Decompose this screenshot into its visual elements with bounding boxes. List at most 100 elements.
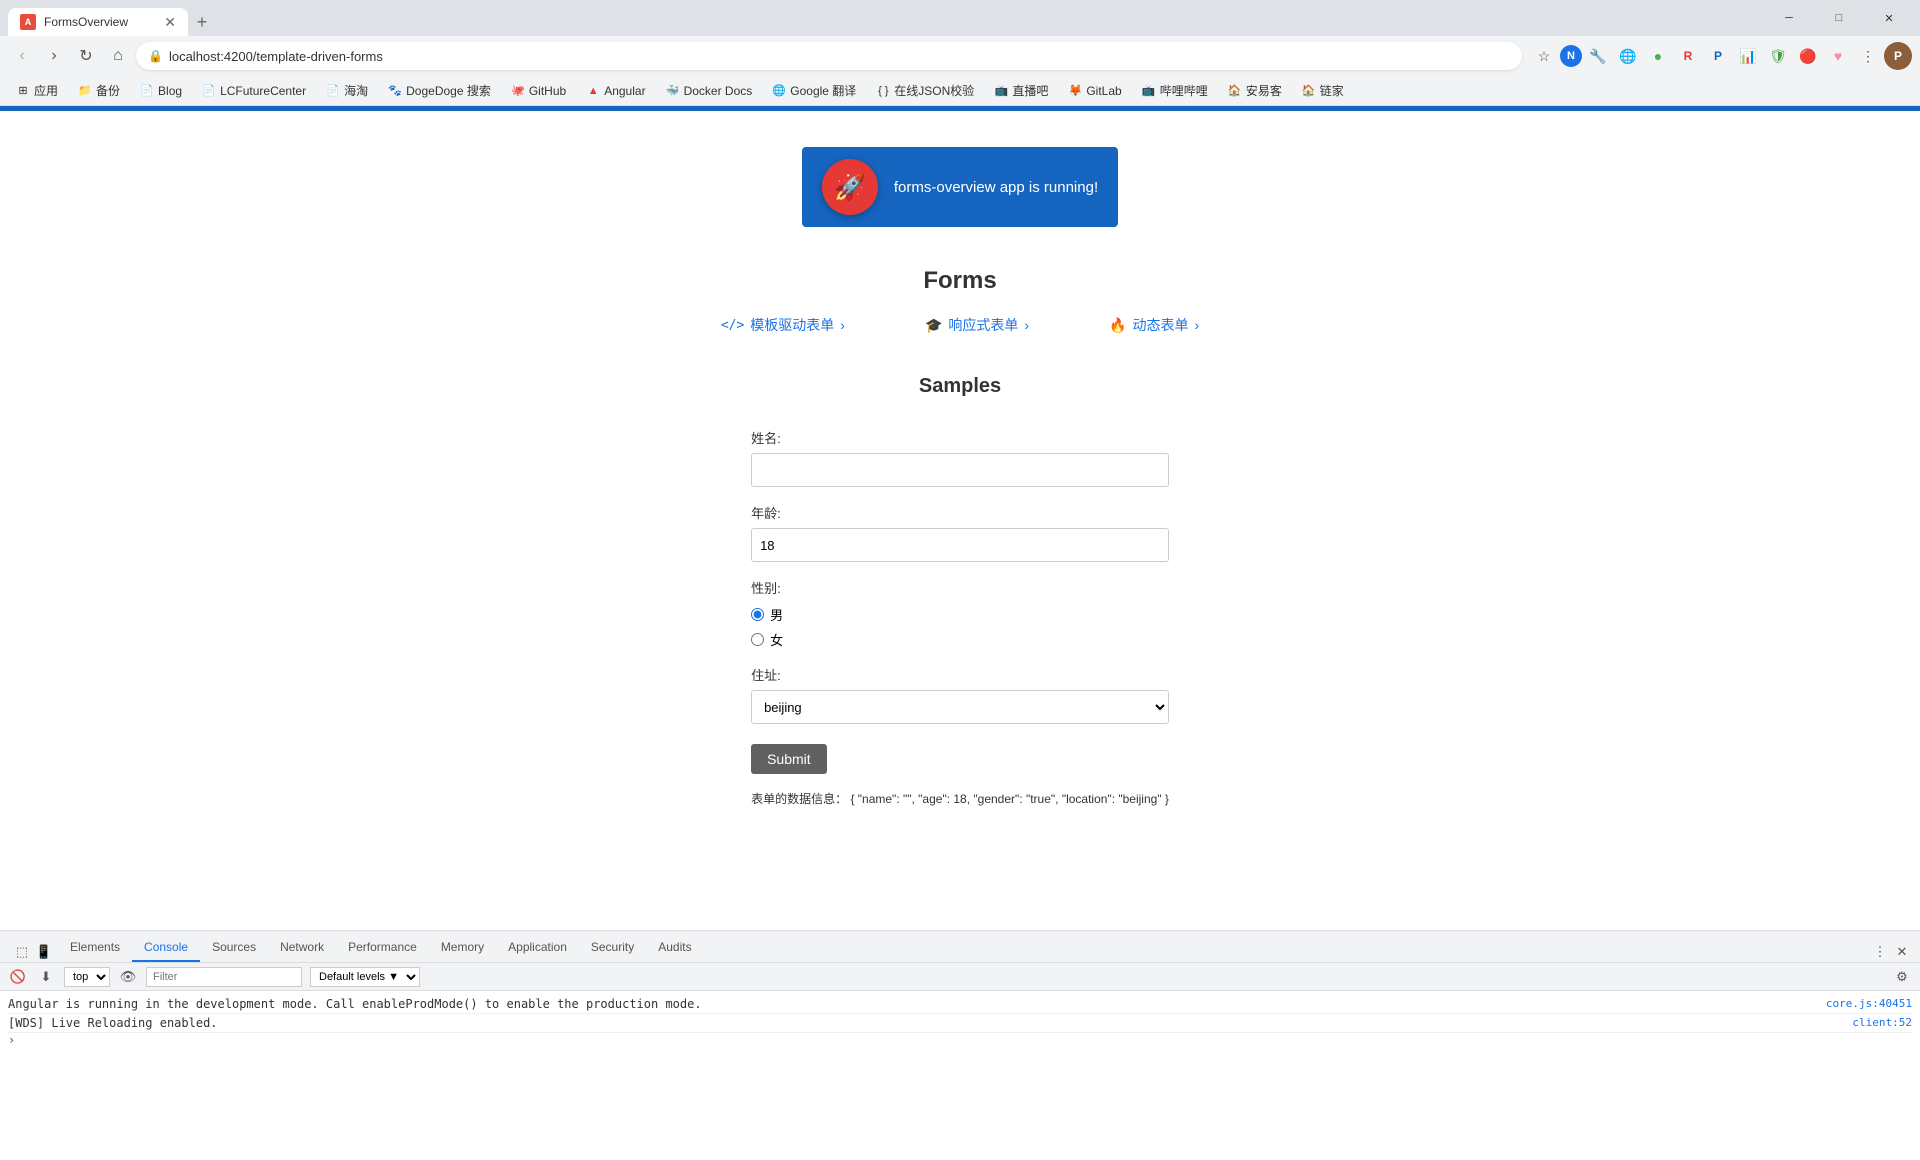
doge-icon: 🐾 (388, 84, 402, 98)
bookmark-haitao[interactable]: 📄 海淘 (318, 79, 376, 102)
gender-male-radio[interactable] (751, 608, 764, 621)
reactive-forms-link[interactable]: 🎓 响应式表单 › (925, 315, 1029, 335)
console-filter-input[interactable] (146, 967, 302, 987)
bookmark-haitao-label: 海淘 (344, 82, 368, 99)
tab-strip: A FormsOverview ✕ + (8, 0, 216, 36)
name-input[interactable] (751, 453, 1169, 487)
bookmark-bilibili[interactable]: 📺 哔哩哔哩 (1134, 79, 1216, 102)
form-data-label: 表单的数据信息： (751, 792, 847, 806)
console-message-1: Angular is running in the development mo… (8, 995, 1912, 1014)
tab-close-button[interactable]: ✕ (164, 14, 176, 31)
extension-icon-2[interactable]: 🔧 (1584, 42, 1612, 70)
console-settings-icon[interactable]: ⚙ (1892, 967, 1912, 987)
bookmark-lcfuturecenter[interactable]: 📄 LCFutureCenter (194, 81, 314, 101)
devtools-close-icon[interactable]: ✕ (1892, 942, 1912, 962)
close-button[interactable]: ✕ (1866, 4, 1912, 32)
bookmark-gitlab[interactable]: 🦊 GitLab (1060, 81, 1129, 101)
bookmark-github[interactable]: 🐙 GitHub (503, 81, 574, 101)
bookmark-zhibo[interactable]: 📺 直播吧 (986, 79, 1056, 102)
devtools-tab-application[interactable]: Application (496, 934, 579, 962)
devtools-tab-console[interactable]: Console (132, 934, 200, 962)
age-input[interactable] (751, 528, 1169, 562)
bookmark-json[interactable]: { } 在线JSON校验 (868, 79, 982, 102)
devtools-tab-sources[interactable]: Sources (200, 934, 268, 962)
restore-button[interactable]: □ (1816, 4, 1862, 32)
gender-field-group: 性别: 男 女 (751, 578, 1169, 649)
gender-label: 性别: (751, 578, 1169, 597)
url-text: localhost:4200/template-driven-forms (169, 49, 383, 64)
bookmarks-bar: ⊞ 应用 📁 备份 📄 Blog 📄 LCFutureCenter 📄 海淘 🐾… (0, 76, 1920, 106)
back-button[interactable]: ‹ (8, 42, 36, 70)
github-icon: 🐙 (511, 84, 525, 98)
cursor-icon: › (8, 1033, 15, 1047)
extension-icon-10[interactable]: ♥ (1824, 42, 1852, 70)
home-button[interactable]: ⌂ (104, 42, 132, 70)
extension-icon-8[interactable]: 🛡 (1764, 42, 1792, 70)
extension-icon-1[interactable]: N (1560, 45, 1582, 67)
app-content: 🚀 forms-overview app is running! Forms <… (0, 111, 1920, 930)
title-bar: A FormsOverview ✕ + ─ □ ✕ (0, 0, 1920, 36)
devtools-device-icon[interactable]: 📱 (34, 942, 54, 962)
bookmark-angular[interactable]: ▲ Angular (578, 81, 653, 101)
extension-icon-6[interactable]: P (1704, 42, 1732, 70)
address-select[interactable]: beijing shanghai guangzhou shenzhen (751, 690, 1169, 724)
gender-female-radio[interactable] (751, 633, 764, 646)
eye-icon[interactable]: 👁 (118, 967, 138, 987)
age-label: 年龄: (751, 503, 1169, 522)
gender-male-option[interactable]: 男 (751, 605, 1169, 624)
bookmark-apps[interactable]: ⊞ 应用 (8, 79, 66, 102)
extension-icon-4[interactable]: ● (1644, 42, 1672, 70)
bookmark-anyike-label: 安易客 (1246, 82, 1282, 99)
bookmark-doge[interactable]: 🐾 DogeDoge 搜索 (380, 79, 499, 102)
extension-icon-5[interactable]: R (1674, 42, 1702, 70)
extension-icon-3[interactable]: 🌐 (1614, 42, 1642, 70)
devtools-tab-performance[interactable]: Performance (336, 934, 429, 962)
rocket-circle: 🚀 (822, 159, 878, 215)
profile-button[interactable]: P (1884, 42, 1912, 70)
page-icon: 📄 (140, 84, 154, 98)
level-select[interactable]: Default levels ▼ (310, 967, 420, 987)
extension-icon-9[interactable]: 🔴 (1794, 42, 1822, 70)
devtools-tab-audits[interactable]: Audits (646, 934, 703, 962)
bookmark-translate[interactable]: 🌐 Google 翻译 (764, 79, 864, 102)
template-label: 模板驱动表单 (750, 315, 834, 335)
bookmark-docker[interactable]: 🐳 Docker Docs (658, 81, 761, 101)
reload-button[interactable]: ↻ (72, 42, 100, 70)
clear-console-icon[interactable]: 🚫 (8, 967, 28, 987)
console-msg-1-link[interactable]: core.js:40451 (1826, 997, 1912, 1011)
context-select[interactable]: top (64, 967, 110, 987)
browser-content: 🚀 forms-overview app is running! Forms <… (0, 106, 1920, 1160)
active-tab[interactable]: A FormsOverview ✕ (8, 8, 188, 36)
filter-icon[interactable]: ⬇ (36, 967, 56, 987)
bookmarks-star-icon[interactable]: ☆ (1530, 42, 1558, 70)
devtools-tab-network[interactable]: Network (268, 934, 336, 962)
template-driven-link[interactable]: </> 模板驱动表单 › (721, 315, 845, 335)
bookmark-blog[interactable]: 📄 Blog (132, 81, 190, 101)
bookmark-backup[interactable]: 📁 备份 (70, 79, 128, 102)
gender-female-option[interactable]: 女 (751, 630, 1169, 649)
minimize-button[interactable]: ─ (1766, 4, 1812, 32)
bookmark-anyike[interactable]: 🏠 安易客 (1220, 79, 1290, 102)
devtools-toolbar: 🚫 ⬇ top 👁 Default levels ▼ ⚙ (0, 963, 1920, 991)
anyike-icon: 🏠 (1228, 84, 1242, 98)
url-bar[interactable]: 🔒 localhost:4200/template-driven-forms (136, 42, 1522, 70)
menu-button[interactable]: ⋮ (1854, 42, 1882, 70)
lianjia-icon: 🏠 (1302, 84, 1316, 98)
devtools-tab-memory[interactable]: Memory (429, 934, 496, 962)
extension-icon-7[interactable]: 📊 (1734, 42, 1762, 70)
devtools-more-icon[interactable]: ⋮ (1870, 942, 1890, 962)
console-prompt[interactable]: › (8, 1033, 1912, 1047)
submit-button[interactable]: Submit (751, 744, 827, 774)
dynamic-forms-link[interactable]: 🔥 动态表单 › (1109, 315, 1199, 335)
new-tab-button[interactable]: + (188, 8, 216, 36)
name-label: 姓名: (751, 428, 1169, 447)
console-message-2: [WDS] Live Reloading enabled. client:52 (8, 1014, 1912, 1033)
console-msg-2-link[interactable]: client:52 (1852, 1016, 1912, 1030)
bookmark-lianjia[interactable]: 🏠 链家 (1294, 79, 1352, 102)
devtools-inspect-icon[interactable]: ⬚ (12, 942, 32, 962)
devtools-tabs: ⬚ 📱 Elements Console Sources Network Per… (0, 931, 1920, 963)
devtools-tab-elements[interactable]: Elements (58, 934, 132, 962)
forms-title: Forms (0, 267, 1920, 295)
forward-button[interactable]: › (40, 42, 68, 70)
devtools-tab-security[interactable]: Security (579, 934, 646, 962)
